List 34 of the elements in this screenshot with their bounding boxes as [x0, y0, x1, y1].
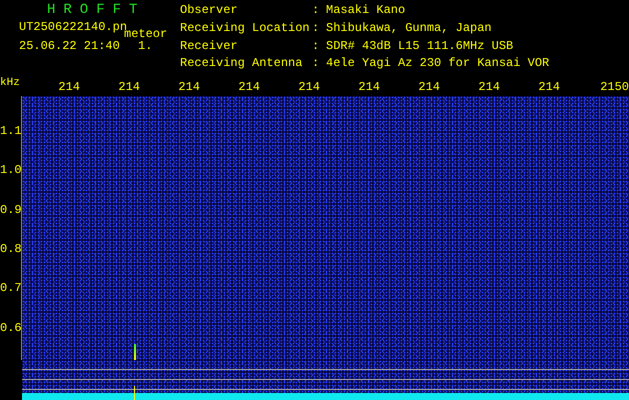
- info-separator: :: [312, 5, 320, 19]
- x-tick-label: 214: [118, 80, 140, 96]
- timestamp: 25.06.22 21:40: [19, 39, 120, 53]
- info-separator: :: [312, 40, 320, 54]
- x-tick-label: 2150: [600, 80, 629, 96]
- x-tick-label: 214: [478, 80, 500, 96]
- info-value: SDR# 43dB L15 111.6MHz USB: [326, 40, 514, 54]
- info-label: Observer: [180, 5, 239, 19]
- info-separator: :: [312, 22, 320, 37]
- app-title: HROFFT: [47, 2, 146, 18]
- x-tick-label: 214: [238, 80, 260, 96]
- info-label: Receiving Location: [180, 22, 311, 37]
- x-tick-label: 214: [178, 80, 200, 96]
- mode-label: meteor: [124, 27, 168, 41]
- y-tick-label: 1.0: [0, 163, 21, 180]
- x-tick-label: 214: [538, 80, 560, 96]
- axis-unit: kHz: [0, 76, 20, 90]
- info-label: Receiving Antenna: [180, 58, 304, 72]
- x-tick-label: 214: [418, 80, 440, 96]
- x-tick-label: 214: [298, 80, 320, 96]
- info-separator: :: [312, 58, 320, 72]
- counter: 1.: [138, 39, 152, 53]
- y-tick-label: 1.1: [0, 124, 21, 140]
- x-tick-label: 214: [58, 80, 80, 96]
- info-value: Masaki Kano: [326, 5, 406, 19]
- info-value: Shibukawa, Gunma, Japan: [326, 22, 493, 37]
- y-tick-label: 0.6: [0, 320, 21, 337]
- signal-marker-drawing: [134, 386, 135, 400]
- x-tick-label: 214: [358, 80, 380, 96]
- info-value: 4ele Yagi Az 230 for Kansai VOR: [326, 58, 550, 72]
- y-tick-label: 0.7: [0, 281, 21, 298]
- y-tick-label: 0.9: [0, 202, 21, 219]
- y-tick-label: 0.8: [0, 242, 21, 258]
- info-label: Receiver: [180, 40, 239, 54]
